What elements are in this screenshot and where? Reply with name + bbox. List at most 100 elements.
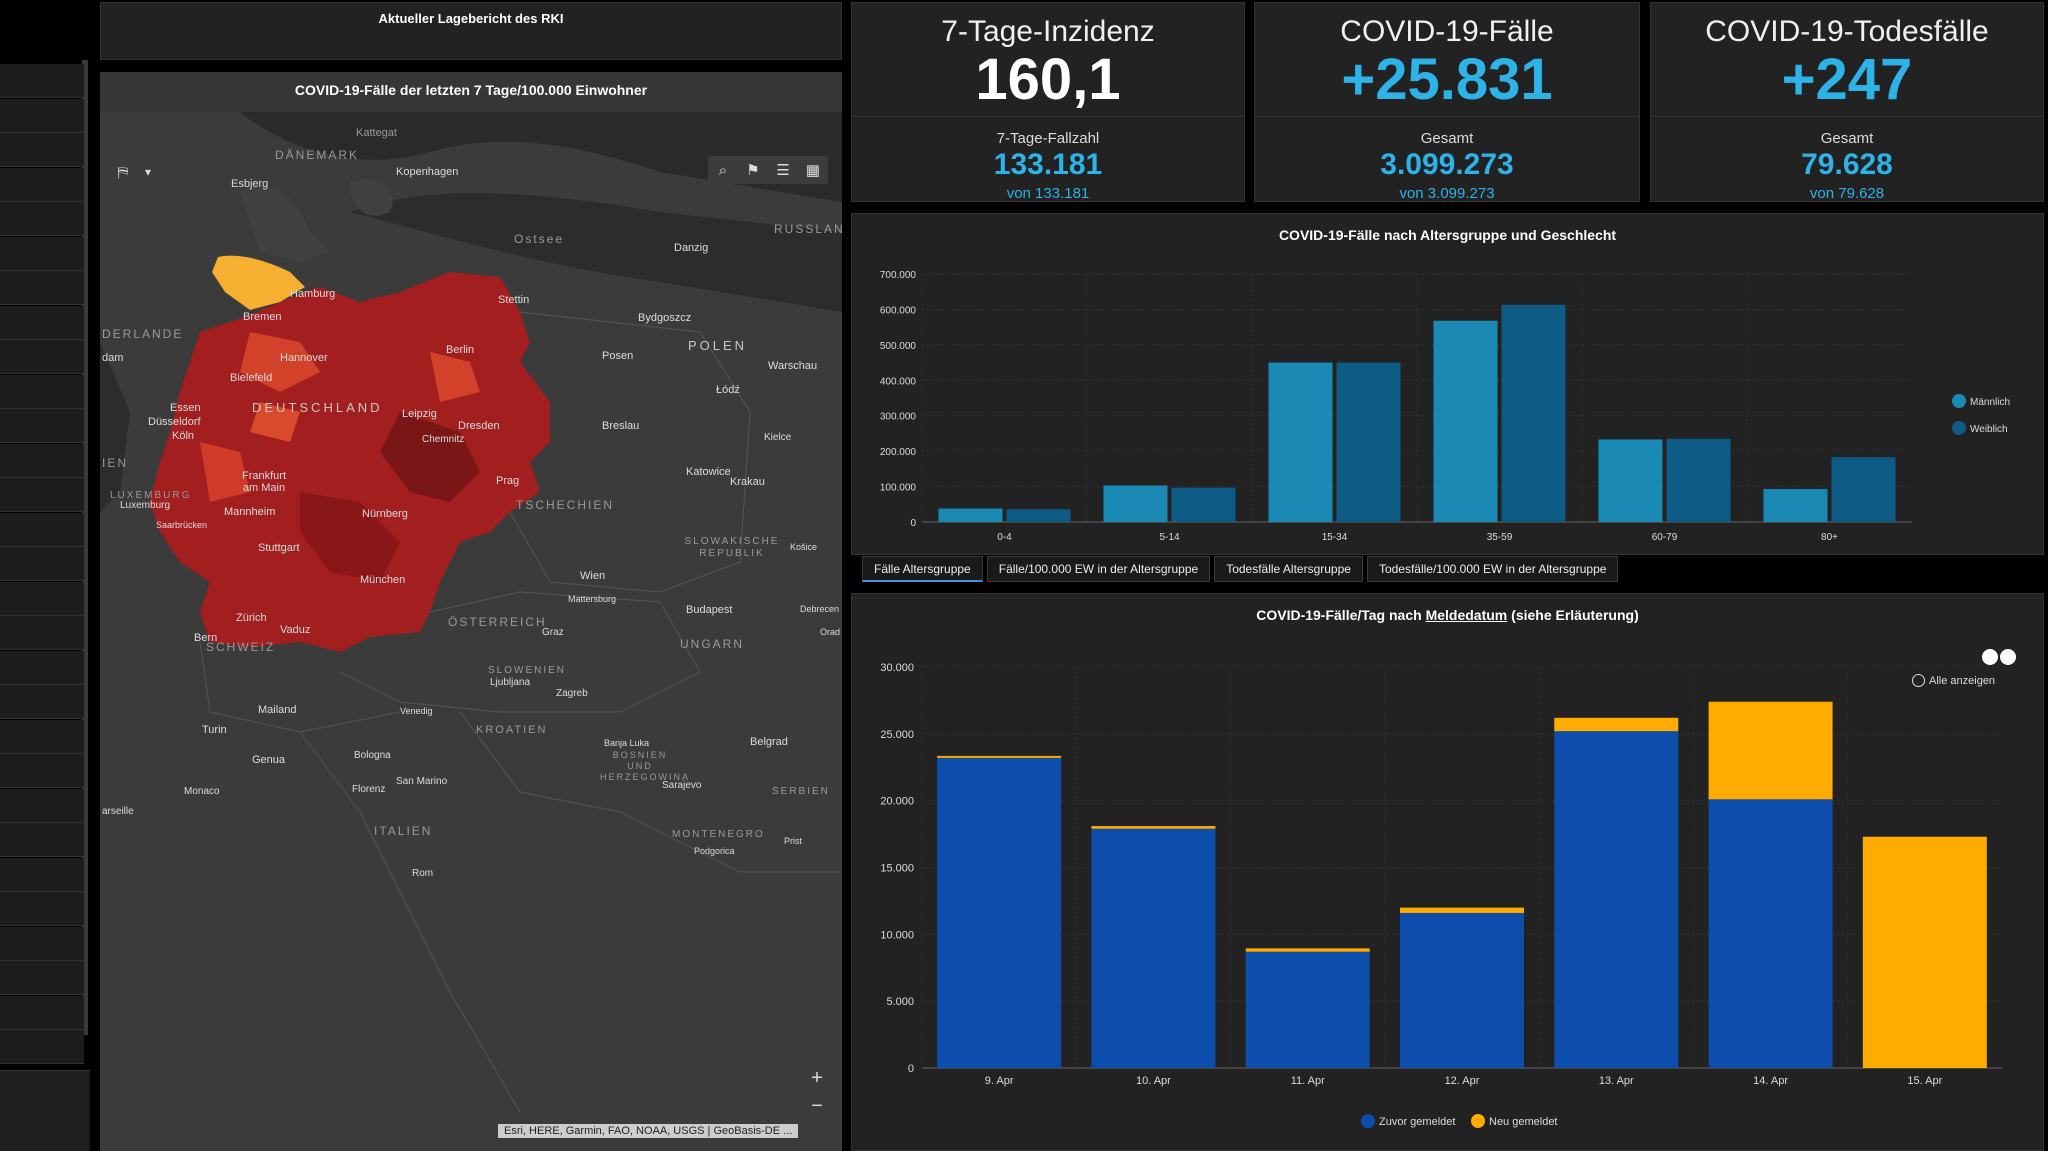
sidebar-row[interactable] bbox=[0, 616, 84, 650]
sidebar-row[interactable] bbox=[0, 892, 84, 926]
legend-label: Zuvor gemeldet bbox=[1379, 1116, 1455, 1128]
sidebar-row[interactable] bbox=[0, 409, 84, 443]
tab-deaths-per-100k[interactable]: Todesfälle/100.000 EW in der Altersgrupp… bbox=[1366, 556, 1619, 582]
map-label: Hannover bbox=[280, 352, 328, 364]
bar-weiblich bbox=[1831, 457, 1896, 522]
bar-männlich bbox=[1763, 489, 1828, 522]
sidebar-row[interactable] bbox=[0, 202, 84, 236]
layer-filter-icon[interactable]: ⛿ bbox=[108, 158, 138, 186]
search-icon[interactable]: ⌕ bbox=[708, 156, 738, 184]
sidebar-row[interactable] bbox=[0, 961, 84, 995]
daily-cases-chart[interactable]: 0 5.000 10.000 15.000 20.000 25.000 30.000 9. A… bbox=[852, 594, 2045, 1151]
tab-cases-per-100k[interactable]: Fälle/100.000 EW in der Altersgruppe bbox=[986, 556, 1211, 582]
legend-list-icon[interactable]: ☰ bbox=[768, 156, 798, 184]
x-tick-label: 9. Apr bbox=[985, 1075, 1014, 1087]
map-label: UNGARN bbox=[680, 637, 745, 651]
bookmark-icon[interactable]: ⚑ bbox=[738, 156, 768, 184]
tab-deaths-age[interactable]: Todesfälle Altersgruppe bbox=[1214, 556, 1363, 582]
bar-neu-gemeldet bbox=[1245, 948, 1370, 952]
sidebar-row[interactable] bbox=[0, 754, 84, 788]
sidebar-row[interactable] bbox=[0, 167, 84, 202]
bar-weiblich bbox=[1501, 304, 1566, 522]
map-label: Danzig bbox=[674, 242, 709, 254]
kpi-sub-von: von 133.181 bbox=[1006, 185, 1090, 202]
map-label: Budapest bbox=[686, 604, 733, 616]
sidebar-row[interactable] bbox=[0, 271, 84, 305]
bar-neu-gemeldet bbox=[1554, 717, 1679, 732]
y-tick-label: 25.000 bbox=[880, 729, 914, 741]
bar-männlich bbox=[1268, 362, 1333, 522]
daily-cases-chart-panel: COVID-19-Fälle/Tag nach Meldedatum (sieh… bbox=[851, 593, 2044, 1151]
sidebar-row[interactable] bbox=[0, 926, 84, 961]
sidebar-row[interactable] bbox=[0, 443, 84, 478]
kpi-sub-von: von 3.099.273 bbox=[1399, 185, 1495, 202]
map-label: Posen bbox=[602, 350, 634, 362]
map-label: Essen bbox=[170, 402, 201, 414]
map-label: SLOWENIEN bbox=[488, 665, 567, 676]
report-header: Aktueller Lagebericht des RKI bbox=[100, 2, 842, 60]
map-label: ITALIEN bbox=[374, 824, 433, 838]
bar-weiblich bbox=[1171, 487, 1236, 522]
map-label: Breslau bbox=[602, 420, 640, 432]
kpi-sub-value: 79.628 bbox=[1801, 148, 1893, 181]
map-label: Kielce bbox=[764, 432, 792, 443]
sidebar-row[interactable] bbox=[0, 374, 84, 409]
sidebar-row[interactable] bbox=[0, 512, 84, 547]
map-label: Orad bbox=[820, 627, 841, 637]
map-label: IEN bbox=[102, 456, 129, 470]
sidebar-row[interactable] bbox=[0, 719, 84, 754]
age-gender-chart[interactable]: 0 100.000 200.000 300.000 400.000 500.000 600.… bbox=[852, 214, 2045, 556]
map-label: SCHWEIZ bbox=[206, 640, 276, 654]
basemap-gallery-icon[interactable]: ▦ bbox=[798, 156, 828, 184]
sidebar-row[interactable] bbox=[0, 685, 84, 719]
report-title: Aktueller Lagebericht des RKI bbox=[378, 11, 564, 26]
x-tick-label: 5-14 bbox=[1159, 532, 1179, 543]
map-label: Ostsee bbox=[514, 232, 565, 246]
chevron-down-icon[interactable]: ▾ bbox=[138, 158, 158, 186]
map-label: Bremen bbox=[243, 311, 282, 323]
map-label: Bydgoszcz bbox=[638, 312, 692, 324]
bar-männlich bbox=[1103, 485, 1168, 522]
y-tick-label: 5.000 bbox=[886, 996, 914, 1008]
tab-cases-age[interactable]: Fälle Altersgruppe bbox=[862, 556, 983, 582]
zoom-out-button[interactable]: − bbox=[811, 1095, 823, 1118]
sidebar-row[interactable] bbox=[0, 995, 84, 1030]
map-label: Esbjerg bbox=[231, 178, 269, 190]
map-label: Kattegat bbox=[356, 127, 397, 139]
sidebar-row[interactable] bbox=[0, 64, 84, 98]
map-label: ÖSTERREICH bbox=[448, 615, 547, 629]
map-attribution[interactable]: Esri, HERE, Garmin, FAO, NOAA, USGS | Ge… bbox=[498, 1124, 799, 1138]
sidebar-row[interactable] bbox=[0, 478, 84, 512]
map-label: Graz bbox=[542, 627, 564, 638]
map-label: Vaduz bbox=[280, 624, 311, 636]
legend-swatch bbox=[1471, 1114, 1485, 1128]
sidebar-row[interactable] bbox=[0, 1030, 84, 1064]
map-label: SLOWAKISCHE REPUBLIK bbox=[684, 536, 780, 559]
map-label: Krakau bbox=[730, 476, 765, 488]
sidebar-row[interactable] bbox=[0, 98, 84, 133]
kpi-heading: 7-Tage-Inzidenz bbox=[941, 15, 1155, 48]
sidebar-row[interactable] bbox=[0, 305, 84, 340]
sidebar-row[interactable] bbox=[0, 788, 84, 823]
map-label: Rom bbox=[412, 868, 434, 879]
sidebar-row[interactable] bbox=[0, 823, 84, 857]
x-tick-label: 15. Apr bbox=[1907, 1075, 1942, 1087]
zoom-in-button[interactable]: + bbox=[811, 1067, 823, 1090]
sidebar-row[interactable] bbox=[0, 857, 84, 892]
bar-männlich bbox=[1433, 320, 1498, 522]
bar-männlich bbox=[938, 508, 1003, 522]
map-label: Banja Luka bbox=[604, 738, 650, 748]
sidebar-row[interactable] bbox=[0, 340, 84, 374]
sidebar-row[interactable] bbox=[0, 236, 84, 271]
sidebar-row[interactable] bbox=[0, 650, 84, 685]
map-label: Sarajevo bbox=[662, 780, 702, 791]
y-tick-label: 700.000 bbox=[880, 270, 917, 281]
map-label: Turin bbox=[202, 724, 227, 736]
map-widget-toolbar: ⌕ ⚑ ☰ ▦ bbox=[708, 156, 828, 184]
sidebar-row[interactable] bbox=[0, 581, 84, 616]
sidebar-row[interactable] bbox=[0, 133, 84, 167]
map-panel[interactable]: COVID-19-Fälle der letzten 7 Tage/100.00… bbox=[100, 72, 842, 1151]
map-label: Hamburg bbox=[290, 288, 336, 300]
sidebar-row[interactable] bbox=[0, 547, 84, 581]
map-label: Dresden bbox=[458, 420, 500, 432]
